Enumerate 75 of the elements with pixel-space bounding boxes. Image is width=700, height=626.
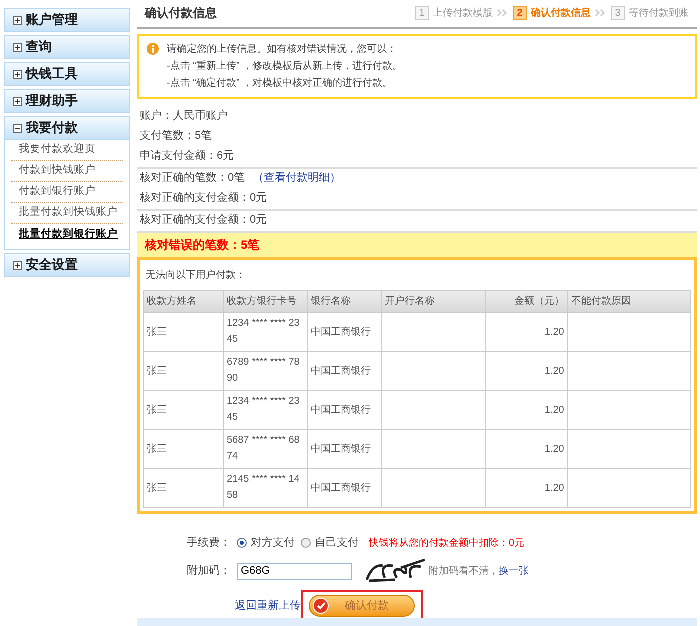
column-header: 开户行名称: [382, 290, 486, 313]
info-icon: [147, 42, 159, 55]
page-title: 确认付款信息: [145, 5, 217, 22]
summary-text: 核对正确的支付金额：0元: [140, 190, 268, 206]
menu-group[interactable]: 账户管理: [4, 8, 130, 32]
summary-text: 支付笔数：5笔: [140, 129, 212, 144]
radio-label[interactable]: 自己支付: [315, 534, 359, 552]
back-upload-link[interactable]: 返回重新上传: [235, 598, 301, 614]
menu-group[interactable]: 理财助手: [4, 89, 130, 113]
table-cell: 中国工商银行: [311, 444, 371, 455]
table-cell: 1.20: [544, 366, 564, 377]
summary-text: 核对正确的支付金额：0元: [140, 212, 268, 228]
column-header: 收款方姓名: [144, 290, 224, 313]
step-indicator: 3 等待付款到账: [611, 6, 689, 21]
step-indicator: 2 确认付款信息: [513, 6, 591, 21]
refresh-captcha-link[interactable]: 换一张: [499, 564, 529, 579]
column-header: 金额（元）: [486, 290, 568, 313]
table-caption: 无法向以下用户付款：: [145, 268, 247, 283]
table-cell: 1.20: [544, 326, 564, 338]
expand-icon: [13, 70, 22, 78]
captcha-field[interactable]: G68G: [237, 562, 352, 580]
menu-item[interactable]: 我要付款欢迎页: [19, 142, 96, 158]
menu-group[interactable]: 快钱工具: [4, 62, 130, 86]
expand-icon: [13, 16, 22, 24]
radio-button[interactable]: [301, 538, 311, 548]
captcha-label: 附加码：: [187, 564, 232, 579]
table-cell: 中国工商银行: [311, 326, 371, 338]
menu-item[interactable]: 批量付款到快钱账户: [19, 205, 118, 221]
table-cell: 张三: [147, 326, 167, 338]
step-indicator: 1 上传付款模版: [415, 6, 493, 21]
menu-group[interactable]: 安全设置: [4, 253, 130, 277]
table-cell: 中国工商银行: [311, 482, 371, 494]
chevrons-icon: [595, 9, 607, 18]
table-cell: 张三: [147, 366, 167, 377]
table-cell: 张三: [147, 404, 167, 416]
table-cell: 中国工商银行: [311, 366, 371, 377]
chevrons-icon: [497, 9, 509, 18]
menu-group[interactable]: 查询: [4, 35, 130, 59]
summary-text: 核对正确的笔数：0笔: [140, 171, 246, 186]
captcha-hint: 附加码看不清，: [429, 564, 499, 579]
expand-icon: [13, 260, 22, 270]
table-cell: 6789 **** **** 7890: [227, 357, 300, 384]
menu-item[interactable]: 付款到银行账户: [19, 184, 96, 200]
table-cell: 中国工商银行: [311, 404, 371, 416]
details-link[interactable]: （查看付款明细）: [253, 170, 342, 187]
column-header: 不能付款原因: [568, 290, 690, 313]
collapse-icon: [13, 124, 22, 132]
summary-text: 账户：人民币账户: [140, 108, 228, 124]
table-cell: 张三: [147, 444, 167, 455]
check-icon: [313, 598, 329, 614]
menu-group[interactable]: 我要付款: [4, 116, 130, 140]
expand-icon: [13, 42, 22, 52]
summary-text: 申请支付金额：6元: [140, 148, 234, 164]
expand-icon: [13, 96, 22, 106]
table-cell: 1.20: [544, 404, 564, 416]
table-cell: 5687 **** **** 6874: [227, 435, 300, 462]
radio-label[interactable]: 对方支付: [251, 534, 295, 552]
table-cell: 2145 **** **** 1458: [227, 474, 300, 502]
table-cell: 1234 **** **** 2345: [227, 396, 300, 424]
table-cell: 1234 **** **** 2345: [227, 318, 300, 346]
menu-item[interactable]: 付款到快钱账户: [19, 163, 96, 179]
table-cell: 张三: [147, 482, 167, 494]
column-header: 收款方银行卡号: [224, 290, 308, 313]
radio-button[interactable]: [237, 538, 247, 548]
column-header: 银行名称: [308, 290, 382, 313]
notice-text: -点击 “确定付款” ，对模板中核对正确的进行付款。: [167, 76, 394, 91]
captcha-drawing: [365, 558, 427, 584]
notice-text: 请确定您的上传信息。如有核对错误情况，您可以：: [167, 42, 398, 57]
table-cell: 1.20: [544, 444, 564, 455]
notice-text: -点击 “重新上传” ，修改模板后从新上传，进行付款。: [167, 60, 403, 74]
fee-note: 快钱将从您的付款金额中扣除：0元: [369, 536, 525, 551]
menu-item[interactable]: 批量付款到银行账户: [19, 226, 118, 242]
table-cell: 1.20: [544, 482, 564, 494]
fee-label: 手续费：: [187, 536, 232, 551]
error-banner: 核对错误的笔数：5笔: [137, 230, 697, 258]
